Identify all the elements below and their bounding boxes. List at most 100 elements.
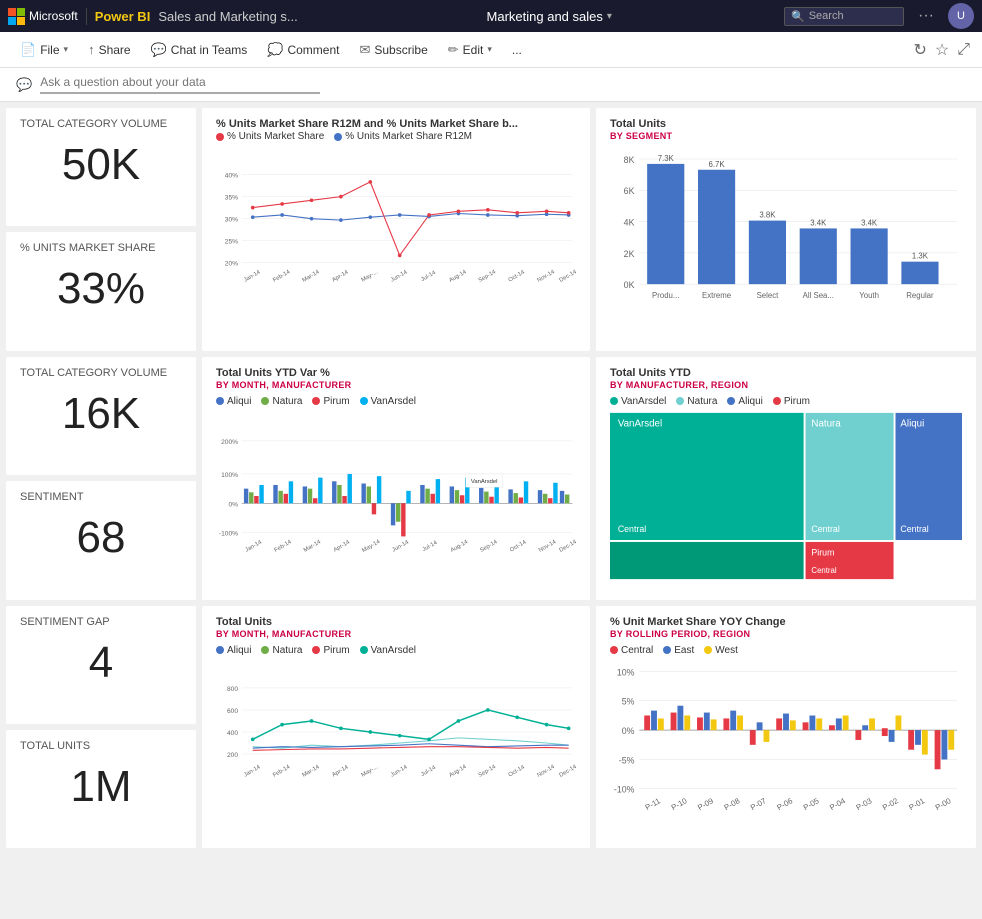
kpi-units-market-share-value: 33% [20,256,182,322]
kpi-units-market-share: % Units Market Share 33% [6,232,196,350]
svg-text:Mar-14: Mar-14 [301,763,321,778]
chat-teams-button[interactable]: 💬 Chat in Teams [143,38,256,62]
comment-label: Comment [287,43,339,57]
chart6-east-label: East [674,645,694,656]
svg-text:Select: Select [757,291,780,300]
chart3-aliqui-label: Aliqui [227,396,251,407]
chart3-pirum-dot [312,397,320,405]
svg-text:3.4K: 3.4K [810,218,827,227]
share-button[interactable]: ↑ Share [80,38,139,61]
comment-button[interactable]: 💭 Comment [259,38,347,62]
chart3-legend-natura: Natura [261,396,302,407]
svg-text:Apr-14: Apr-14 [333,539,352,553]
svg-text:Aug-14: Aug-14 [448,763,468,778]
qna-input-container [40,75,320,94]
chart4-title: Total Units YTD [610,367,962,379]
chart6-legend: Central East West [610,645,962,656]
subscribe-label: Subscribe [374,43,427,57]
chart-ytd-var: Total Units YTD Var % BY MONTH, MANUFACT… [202,357,590,600]
refresh-icon[interactable]: ↻ [913,40,926,60]
svg-text:Mar-14: Mar-14 [301,269,321,284]
svg-text:Feb-14: Feb-14 [272,269,292,284]
svg-text:10%: 10% [617,667,635,677]
subscribe-button[interactable]: ✉ Subscribe [351,38,435,62]
svg-text:6.7K: 6.7K [709,160,726,169]
file-chevron-icon: ▾ [64,44,69,55]
kpi-total-category-volume2-value: 16K [20,381,182,447]
svg-text:Youth: Youth [859,291,879,300]
edit-icon: ✏ [448,42,459,58]
svg-text:Mar-14: Mar-14 [303,539,323,554]
svg-text:35%: 35% [225,195,238,202]
file-label: File [40,43,59,57]
qna-search-input[interactable] [40,75,320,89]
svg-text:Jan-14: Jan-14 [243,269,262,284]
svg-text:4K: 4K [624,217,635,227]
dashboard: Total Category Volume 50K % Units Market… [0,102,982,919]
chart6-east-dot [663,646,671,654]
chart3-title: Total Units YTD Var % [216,367,576,379]
chart6-legend-west: West [704,645,738,656]
svg-text:Aug-14: Aug-14 [448,269,468,284]
svg-text:Nov-14: Nov-14 [536,763,556,778]
file-button[interactable]: 📄 File ▾ [12,38,76,62]
chart4-natura-dot [676,397,684,405]
chart2-subtitle: BY SEGMENT [610,131,962,141]
chart1-legend-dot-1 [216,133,224,141]
svg-text:P-02: P-02 [881,796,900,812]
chart1-legend: % Units Market Share % Units Market Shar… [216,131,576,142]
chart1-legend-label-1: % Units Market Share [227,131,324,142]
svg-text:Jul-14: Jul-14 [420,270,437,284]
comment-icon: 💭 [267,42,283,58]
toolbar: 📄 File ▾ ↑ Share 💬 Chat in Teams 💭 Comme… [0,32,982,68]
svg-text:P-07: P-07 [749,796,768,812]
chart6-west-label: West [715,645,738,656]
chart4-vanarsdel-label: VanArsdel [621,396,666,407]
svg-text:May-14: May-14 [361,538,382,553]
user-avatar[interactable]: U [948,3,974,29]
chart1-legend-label-2: % Units Market Share R12M [345,131,472,142]
edit-button[interactable]: ✏ Edit ▾ [440,38,500,62]
fullscreen-icon[interactable]: ⤢ [957,41,970,59]
edit-chevron-icon: ▾ [487,44,492,55]
svg-text:Aug-14: Aug-14 [450,539,470,554]
chart4-aliqui-label: Aliqui [738,396,762,407]
kpi-units-market-share-label: % Units Market Share [20,242,182,254]
svg-text:May-...: May-... [361,764,380,778]
chart4-pirum-label: Pirum [784,396,810,407]
svg-text:8K: 8K [624,155,635,165]
svg-text:Central: Central [811,524,839,534]
svg-text:-5%: -5% [619,755,635,765]
svg-text:Jun-14: Jun-14 [391,539,410,554]
chart4-legend: VanArsdel Natura Aliqui Pirum [610,396,962,407]
chart5-vanarsdel-dot [360,646,368,654]
chart4-subtitle: BY MANUFACTURER, REGION [610,380,962,390]
svg-text:Feb-14: Feb-14 [272,763,292,778]
top-bar: Microsoft Power BI Sales and Marketing s… [0,0,982,32]
middle-column: % Units Market Share R12M and % Units Ma… [202,108,590,848]
chart5-title: Total Units [216,616,576,628]
svg-text:7.3K: 7.3K [658,154,675,163]
nav-dropdown[interactable]: Marketing and sales ▾ [487,9,612,24]
svg-text:3.4K: 3.4K [861,218,878,227]
kpi-total-category-volume2: Total Category Volume 16K [6,357,196,475]
edit-label: Edit [463,43,484,57]
svg-text:Aliqui: Aliqui [900,418,924,429]
svg-text:P-01: P-01 [907,796,926,812]
report-title: Sales and Marketing s... [158,9,314,24]
svg-text:Jul-14: Jul-14 [422,539,439,553]
svg-text:1.3K: 1.3K [912,252,929,261]
svg-text:Apr-14: Apr-14 [331,269,350,283]
svg-text:Dec-14: Dec-14 [558,539,576,554]
svg-text:400: 400 [227,729,238,736]
search-box[interactable]: 🔍 Search [784,7,904,26]
more-options-icon[interactable]: ··· [912,7,940,25]
svg-text:6K: 6K [624,186,635,196]
toolbar-more-button[interactable]: ... [504,39,530,61]
svg-text:40%: 40% [225,173,238,180]
chart-total-units-month: Total Units BY MONTH, MANUFACTURER Aliqu… [202,606,590,849]
chart5-legend-vanarsdel: VanArsdel [360,645,416,656]
qna-bar: 💬 [0,68,982,102]
chart6-legend-east: East [663,645,694,656]
bookmark-icon[interactable]: ☆ [935,40,949,60]
